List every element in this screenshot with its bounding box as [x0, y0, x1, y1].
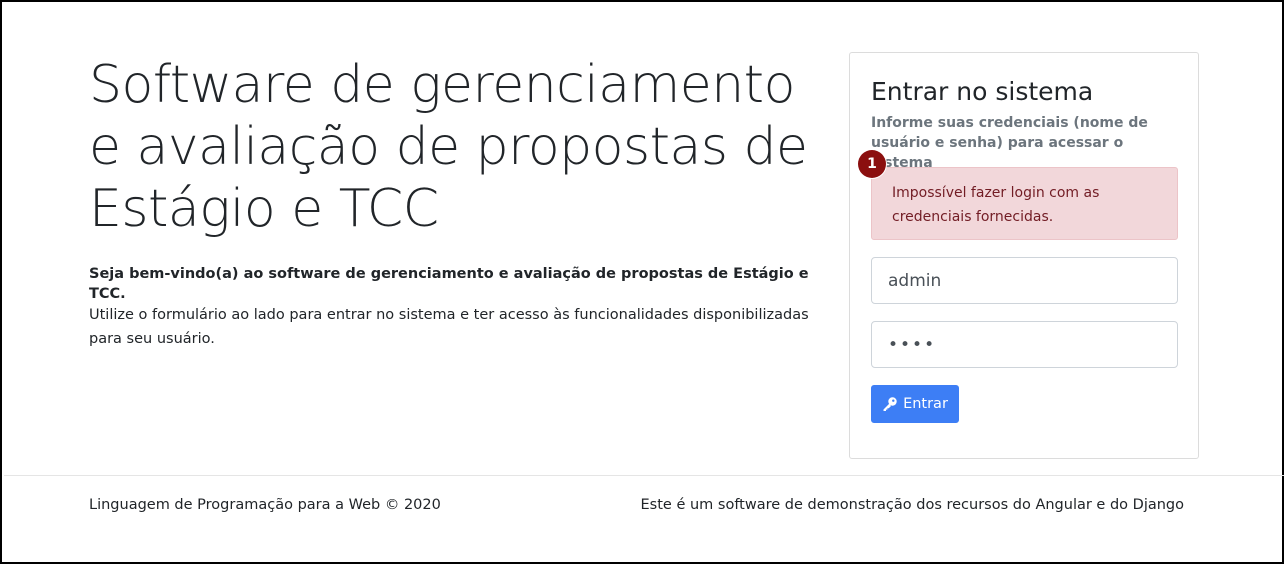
key-icon	[882, 396, 898, 412]
footer-copyright: Linguagem de Programação para a Web © 20…	[89, 497, 441, 513]
login-title: Entrar no sistema	[871, 77, 1094, 106]
login-submit-label: Entrar	[903, 396, 948, 412]
password-input[interactable]	[871, 321, 1178, 368]
login-card: Entrar no sistema Informe suas credencia…	[849, 52, 1199, 459]
login-error-alert: Impossível fazer login com as credenciai…	[871, 167, 1178, 240]
login-submit-button[interactable]: Entrar	[871, 385, 959, 423]
page-frame: Software de gerenciamento e avaliação de…	[0, 0, 1284, 564]
page-title: Software de gerenciamento e avaliação de…	[89, 55, 808, 239]
username-input[interactable]	[871, 257, 1178, 304]
footer-tagline: Este é um software de demonstração dos r…	[640, 497, 1184, 513]
login-error-message: Impossível fazer login com as credenciai…	[892, 185, 1100, 225]
login-subtitle: Informe suas credenciais (nome de usuári…	[871, 115, 1148, 171]
error-count-badge: 1	[858, 150, 886, 178]
footer-divider	[4, 475, 1284, 476]
welcome-text: Seja bem-vindo(a) ao software de gerenci…	[89, 266, 809, 302]
instructions-text: Utilize o formulário ao lado para entrar…	[89, 307, 809, 347]
